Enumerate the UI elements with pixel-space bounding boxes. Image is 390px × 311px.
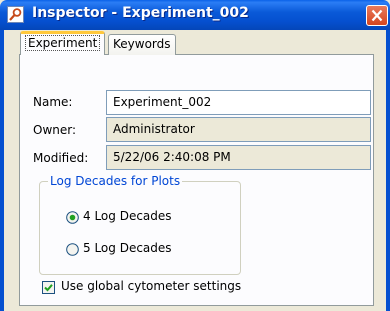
tab-experiment-label: Experiment: [25, 35, 101, 51]
radio-4-log-decades-label[interactable]: 4 Log Decades: [83, 209, 172, 223]
window-frame-right: [386, 30, 390, 311]
owner-field: Administrator: [106, 117, 371, 142]
close-button[interactable]: [366, 5, 388, 26]
tab-keywords[interactable]: Keywords: [108, 34, 176, 55]
experiment-tab-panel: Name: Experiment_002 Owner: Administrato…: [19, 54, 374, 306]
owner-label: Owner:: [33, 123, 77, 137]
name-label: Name:: [33, 95, 73, 109]
modified-label: Modified:: [33, 151, 89, 165]
use-global-checkbox[interactable]: [42, 281, 55, 294]
window-title: Inspector - Experiment_002: [32, 5, 249, 21]
radio-4-log-decades[interactable]: [66, 211, 79, 224]
modified-field: 5/22/06 2:40:08 PM: [106, 145, 371, 170]
close-icon: [371, 9, 383, 22]
title-bar[interactable]: Inspector - Experiment_002: [0, 0, 390, 30]
tab-keywords-label: Keywords: [113, 37, 171, 51]
inspector-icon: [7, 6, 24, 23]
radio-5-log-decades[interactable]: [66, 243, 79, 256]
tab-experiment[interactable]: Experiment: [20, 31, 106, 55]
name-field[interactable]: Experiment_002: [106, 90, 371, 115]
log-decades-groupbox: Log Decades for Plots 4 Log Decades 5 Lo…: [39, 174, 241, 275]
radio-5-log-decades-label[interactable]: 5 Log Decades: [83, 241, 172, 255]
log-decades-legend: Log Decades for Plots: [48, 174, 183, 188]
inspector-window: Inspector - Experiment_002 Name: Experim…: [0, 0, 390, 311]
use-global-label[interactable]: Use global cytometer settings: [61, 279, 241, 293]
